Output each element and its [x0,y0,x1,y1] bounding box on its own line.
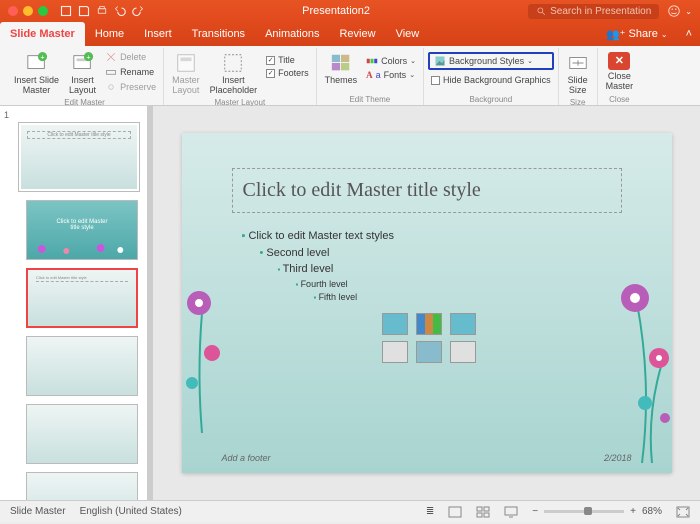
chart-icon[interactable] [416,313,442,335]
search-box[interactable]: Search in Presentation [528,4,659,19]
sorter-view-icon[interactable] [476,506,490,518]
colors-button[interactable]: Colors⌄ [363,54,419,68]
ribbon-tabs: Slide Master Home Insert Transitions Ani… [0,22,700,46]
group-edit-theme: Themes Colors⌄ Aa Fonts⌄ Edit Theme [317,48,424,105]
autosave-icon[interactable] [60,5,72,17]
slide-size-button[interactable]: Slide Size [563,50,593,98]
zoom-control[interactable]: − + 68% [532,506,662,517]
ribbon: +Insert Slide Master +Insert Layout Dele… [0,46,700,106]
zoom-slider[interactable] [544,510,624,513]
feedback-icon[interactable] [667,4,681,18]
window-controls [8,6,48,16]
tab-review[interactable]: Review [329,22,385,46]
smartart-icon[interactable] [450,313,476,335]
zoom-percent[interactable]: 68% [642,506,662,517]
group-edit-master: +Insert Slide Master +Insert Layout Dele… [6,48,164,105]
chevron-down-icon[interactable]: ⌄ [685,7,692,16]
thumbnail-layout-3[interactable] [4,336,143,396]
document-title: Presentation2 [144,5,528,17]
svg-text:+: + [86,52,90,61]
thumbnail-layout-4[interactable] [4,404,143,464]
svg-text:+: + [40,52,44,61]
insert-layout-button[interactable]: +Insert Layout [65,50,100,98]
themes-button[interactable]: Themes [321,50,362,88]
slideshow-view-icon[interactable] [504,506,518,518]
status-view: Slide Master [10,506,66,517]
title-placeholder[interactable]: Click to edit Master title style [232,168,622,213]
close-window-icon[interactable] [8,6,18,16]
footers-checkbox[interactable]: Footers [263,67,312,79]
picture-icon[interactable] [382,341,408,363]
content-icon-grid[interactable] [382,313,512,363]
tab-home[interactable]: Home [85,22,134,46]
search-icon [536,6,546,16]
print-icon[interactable] [96,5,108,17]
share-icon: 👥⁺ [606,28,626,41]
delete-button[interactable]: Delete [102,50,159,64]
tab-animations[interactable]: Animations [255,22,329,46]
maximize-window-icon[interactable] [38,6,48,16]
status-bar: Slide Master English (United States) ≣ −… [0,500,700,522]
normal-view-icon[interactable] [448,506,462,518]
close-icon: ✕ [608,52,630,70]
online-picture-icon[interactable] [416,341,442,363]
slide-canvas: Click to edit Master title style Click t… [148,106,700,500]
rename-button[interactable]: Rename [102,65,159,79]
thumbnail-layout-2[interactable]: Click to edit Master title style [4,268,143,328]
save-icon[interactable] [78,5,90,17]
zoom-out-icon[interactable]: − [532,506,538,517]
status-language[interactable]: English (United States) [80,506,182,517]
tab-view[interactable]: View [386,22,430,46]
title-bar: Presentation2 Search in Presentation ⌄ [0,0,700,22]
group-background: Background Styles⌄ Hide Background Graph… [424,48,559,105]
video-icon[interactable] [450,341,476,363]
footer-placeholder[interactable]: Add a footer [222,453,271,463]
insert-slide-master-button[interactable]: +Insert Slide Master [10,50,63,98]
notes-button-icon[interactable]: ≣ [426,506,434,517]
fonts-button[interactable]: Aa Fonts⌄ [363,69,419,81]
insert-placeholder-button[interactable]: Insert Placeholder [206,50,262,98]
thumbnail-master[interactable]: Click to edit Master title style [4,122,143,192]
background-styles-button[interactable]: Background Styles⌄ [428,52,554,70]
thumbnail-layout-5[interactable] [4,472,143,500]
redo-icon[interactable] [132,5,144,17]
zoom-in-icon[interactable]: + [630,506,636,517]
slide[interactable]: Click to edit Master title style Click t… [182,133,672,473]
thumbnail-layout-1[interactable]: Click to edit Mastertitle style [4,200,143,260]
ribbon-collapse-icon[interactable]: ˄ [678,22,700,46]
preserve-button[interactable]: Preserve [102,80,159,94]
date-placeholder[interactable]: 2/2018 [604,453,632,463]
main-area: 1 Click to edit Master title style Click… [0,106,700,500]
close-master-button[interactable]: ✕Close Master [602,50,638,94]
tab-transitions[interactable]: Transitions [182,22,255,46]
decoration-flowers-left [177,233,237,433]
quick-access-toolbar [60,5,144,17]
tab-slide-master[interactable]: Slide Master [0,22,85,46]
master-layout-button[interactable]: Master Layout [168,50,204,98]
undo-icon[interactable] [114,5,126,17]
fit-to-window-icon[interactable] [676,506,690,518]
group-master-layout: Master Layout Insert Placeholder Title F… [164,48,317,105]
hide-background-checkbox[interactable]: Hide Background Graphics [428,74,554,86]
share-button[interactable]: 👥⁺Share⌄ [596,22,678,46]
group-close: ✕Close Master Close [598,48,642,105]
table-icon[interactable] [382,313,408,335]
minimize-window-icon[interactable] [23,6,33,16]
slide-thumbnails: 1 Click to edit Master title style Click… [0,106,148,500]
title-checkbox[interactable]: Title [263,54,312,66]
content-placeholder[interactable]: Click to edit Master text styles Second … [242,228,622,305]
group-size: Slide Size Size [559,48,598,105]
tab-insert[interactable]: Insert [134,22,182,46]
